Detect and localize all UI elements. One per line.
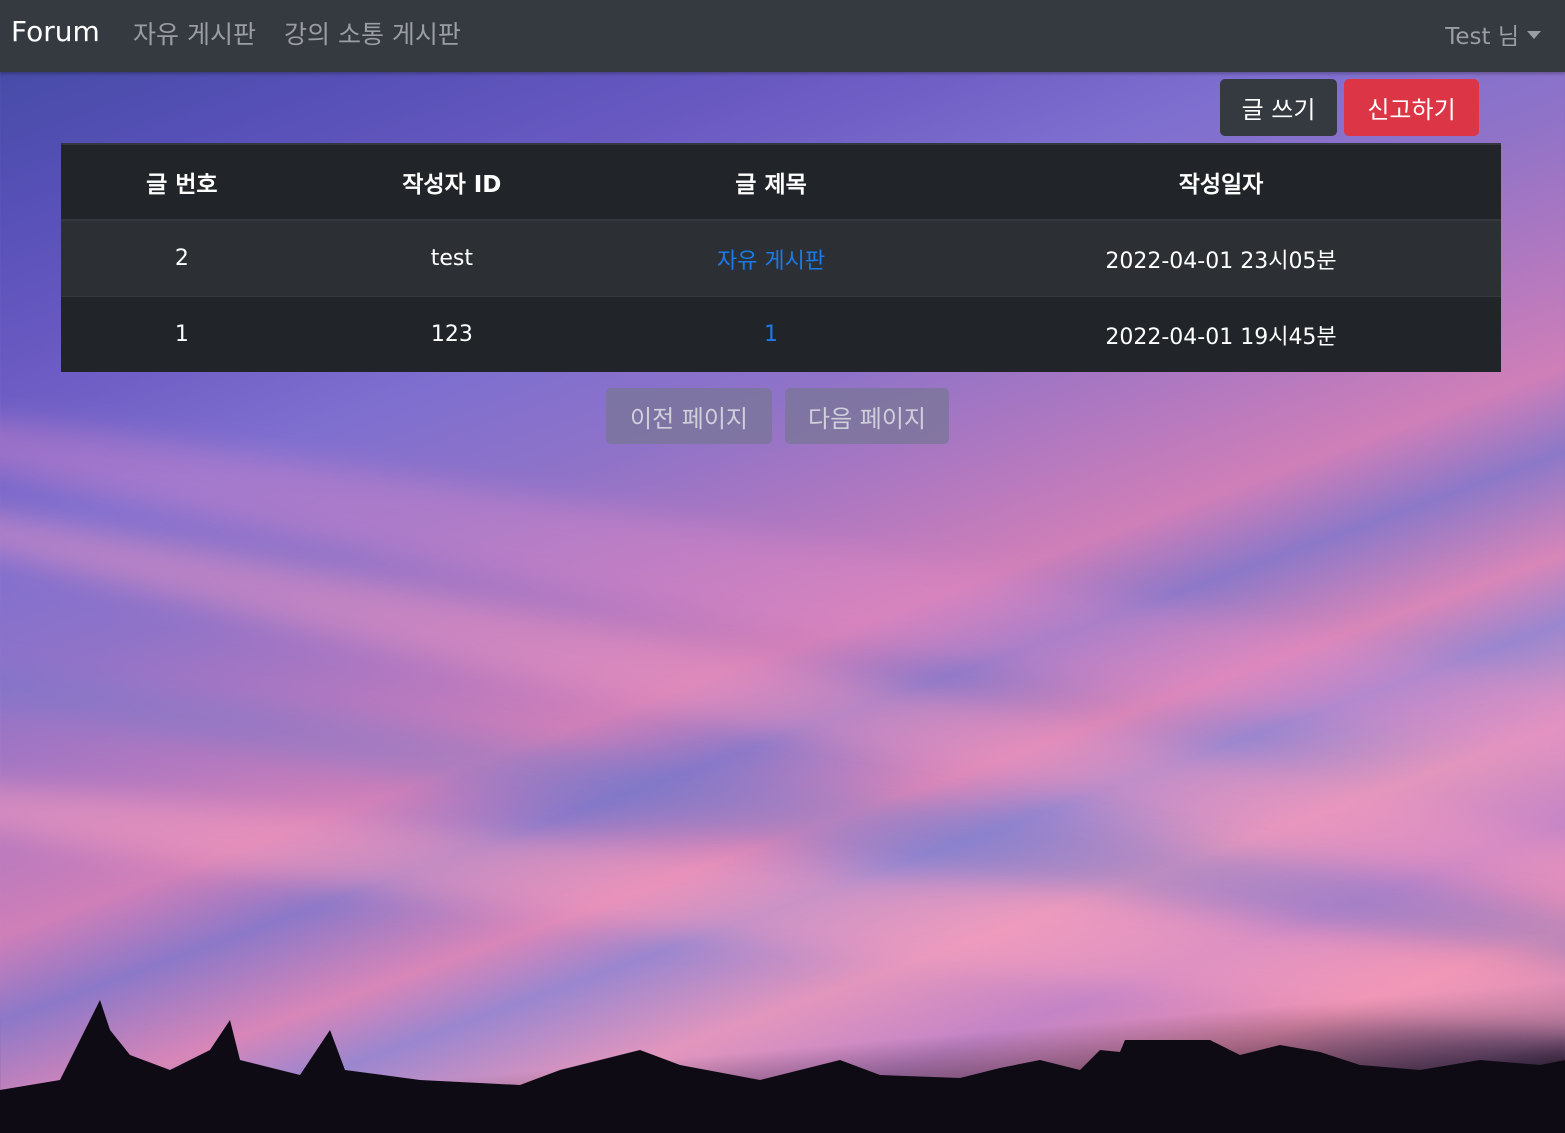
post-title-cell: 자유 게시판	[601, 219, 942, 297]
post-table: 글 번호 작성자 ID 글 제목 작성일자 2 test 자유 게시판 2022…	[61, 143, 1501, 372]
post-title-link[interactable]: 1	[764, 322, 778, 347]
post-title-link[interactable]: 자유 게시판	[717, 249, 825, 274]
post-author: 123	[302, 296, 602, 372]
table-row: 2 test 자유 게시판 2022-04-01 23시05분	[61, 219, 1501, 297]
horizon-silhouette	[0, 1000, 1565, 1133]
nav-link-lecture-board[interactable]: 강의 소통 게시판	[284, 15, 461, 51]
header-post-number: 글 번호	[61, 143, 303, 221]
next-page-button[interactable]: 다음 페이지	[785, 388, 949, 444]
table-header-row: 글 번호 작성자 ID 글 제목 작성일자	[61, 143, 1501, 221]
header-post-title: 글 제목	[601, 143, 942, 221]
user-label: Test 님	[1445, 24, 1519, 50]
brand-link[interactable]: Forum	[11, 15, 100, 48]
header-created-date: 작성일자	[941, 143, 1501, 221]
post-number: 1	[61, 296, 303, 372]
top-navbar: Forum 자유 게시판 강의 소통 게시판 Test 님	[0, 0, 1565, 72]
post-author: test	[302, 219, 602, 297]
header-author-id: 작성자 ID	[302, 143, 602, 221]
sky-streak	[0, 369, 1565, 841]
post-number: 2	[61, 219, 303, 297]
post-date: 2022-04-01 23시05분	[941, 219, 1501, 297]
sky-streak	[0, 462, 1565, 988]
prev-page-button[interactable]: 이전 페이지	[606, 388, 772, 444]
write-post-button[interactable]: 글 쓰기	[1220, 79, 1337, 136]
nav-link-free-board[interactable]: 자유 게시판	[133, 15, 256, 51]
post-date: 2022-04-01 19시45분	[941, 296, 1501, 372]
user-dropdown[interactable]: Test 님	[1445, 17, 1541, 51]
report-button[interactable]: 신고하기	[1344, 79, 1479, 136]
table-row: 1 123 1 2022-04-01 19시45분	[61, 296, 1501, 372]
chevron-down-icon	[1527, 31, 1541, 39]
post-title-cell: 1	[601, 296, 942, 372]
